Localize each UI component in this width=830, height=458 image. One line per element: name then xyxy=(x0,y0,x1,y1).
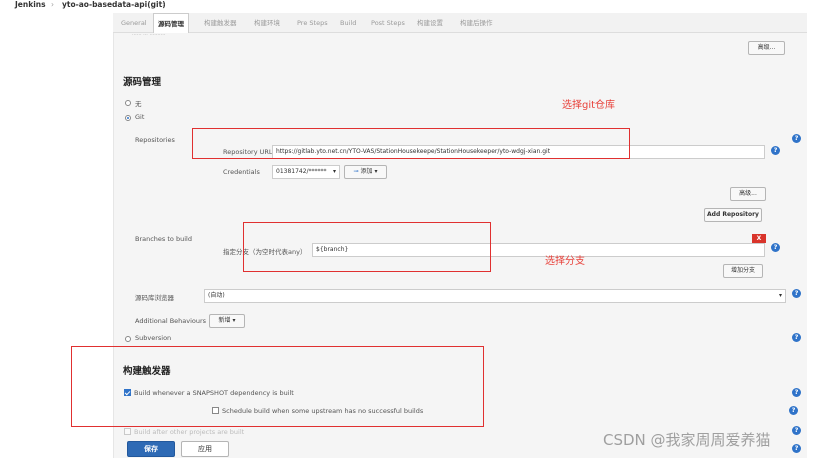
scm-subversion-label: Subversion xyxy=(135,334,172,342)
annotation-box-triggers xyxy=(71,346,484,427)
breadcrumb: Jenkins › yto-ao-basedata-api(git) › xyxy=(0,0,830,10)
tab-post-steps[interactable]: Post Steps xyxy=(371,13,405,33)
repository-browser-label: 源码库浏览器 xyxy=(135,294,174,302)
repository-browser-select[interactable]: (自动) ▾ xyxy=(204,289,786,303)
tab-build-settings[interactable]: 构建设置 xyxy=(417,13,443,33)
tab-pre-steps[interactable]: Pre Steps xyxy=(297,13,328,33)
tab-build-environment[interactable]: 构建环境 xyxy=(254,13,280,33)
delete-branch-button[interactable]: X xyxy=(752,234,766,243)
top-advanced-button[interactable]: 高级... xyxy=(748,41,785,55)
add-button-label: 添加 xyxy=(360,168,373,175)
new-button-label: 新增 xyxy=(218,317,231,324)
credentials-label: Credentials xyxy=(223,168,260,176)
scm-git-radio[interactable] xyxy=(125,115,131,121)
breadcrumb-separator: › xyxy=(162,0,165,9)
browser-help-icon[interactable]: ? xyxy=(792,289,801,298)
additional-behaviours-label: Additional Behaviours xyxy=(135,317,207,325)
chevron-down-icon: ▾ xyxy=(374,168,378,175)
chevron-down-icon: ▾ xyxy=(232,317,236,324)
add-branch-button[interactable]: 增加分支 xyxy=(723,264,763,278)
scm-none-radio[interactable] xyxy=(125,100,131,106)
breadcrumb-job[interactable]: yto-ao-basedata-api(git) xyxy=(62,0,166,9)
branches-to-build-label: Branches to build xyxy=(135,235,192,243)
chevron-down-icon: ▾ xyxy=(778,292,782,299)
repositories-help-icon[interactable]: ? xyxy=(792,134,801,143)
add-repository-button[interactable]: Add Repository xyxy=(704,208,762,222)
scm-section-title: 源码管理 xyxy=(123,77,162,88)
repo-advanced-button[interactable]: 高级... xyxy=(730,187,766,201)
footer-help-icon[interactable]: ? xyxy=(792,444,801,453)
repo-url-help-icon[interactable]: ? xyxy=(771,146,780,155)
annotation-box-repository xyxy=(192,128,630,159)
branch-help-icon[interactable]: ? xyxy=(771,243,780,252)
cut-off-row: ...... ... .......... xyxy=(132,31,166,37)
build-after-help-icon[interactable]: ? xyxy=(792,426,801,435)
config-tabs: General 源码管理 构建触发器 构建环境 Pre Steps Build … xyxy=(113,13,807,33)
tab-build[interactable]: Build xyxy=(340,13,356,33)
credentials-value: 01381742/****** xyxy=(276,168,327,175)
repository-browser-value: (自动) xyxy=(208,292,225,299)
build-after-other-checkbox[interactable] xyxy=(124,428,131,435)
breadcrumb-jenkins[interactable]: Jenkins xyxy=(15,0,46,9)
snapshot-help-icon[interactable]: ? xyxy=(792,388,801,397)
annotation-select-branch: 选择分支 xyxy=(545,256,585,267)
credentials-select[interactable]: 01381742/****** ▾ xyxy=(272,165,340,179)
repositories-label: Repositories xyxy=(135,136,175,144)
chevron-down-icon: ▾ xyxy=(332,168,336,175)
breadcrumb-separator: › xyxy=(51,0,54,9)
watermark: CSDN @我家周周爱养猫 xyxy=(603,431,771,449)
save-button[interactable]: 保存 xyxy=(127,441,175,457)
key-icon: ⊸ xyxy=(353,168,359,175)
tab-scm[interactable]: 源码管理 xyxy=(153,13,189,33)
build-after-other-label: Build after other projects are built xyxy=(134,428,245,436)
subversion-help-icon[interactable]: ? xyxy=(792,333,801,342)
tab-general[interactable]: General xyxy=(121,13,147,33)
tab-build-triggers[interactable]: 构建触发器 xyxy=(204,13,237,33)
scm-none-label: 无 xyxy=(135,100,142,108)
scm-subversion-radio[interactable] xyxy=(125,336,131,342)
credentials-add-button[interactable]: ⊸ 添加 ▾ xyxy=(344,165,387,179)
additional-behaviours-add-button[interactable]: 新增 ▾ xyxy=(209,314,245,328)
schedule-help-icon[interactable]: ? xyxy=(789,406,798,415)
annotation-select-git-repo: 选择git仓库 xyxy=(562,100,616,111)
tab-post-build-actions[interactable]: 构建后操作 xyxy=(460,13,493,33)
apply-button[interactable]: 应用 xyxy=(181,441,229,457)
scm-git-label: Git xyxy=(135,113,145,121)
annotation-box-branch xyxy=(243,222,491,272)
